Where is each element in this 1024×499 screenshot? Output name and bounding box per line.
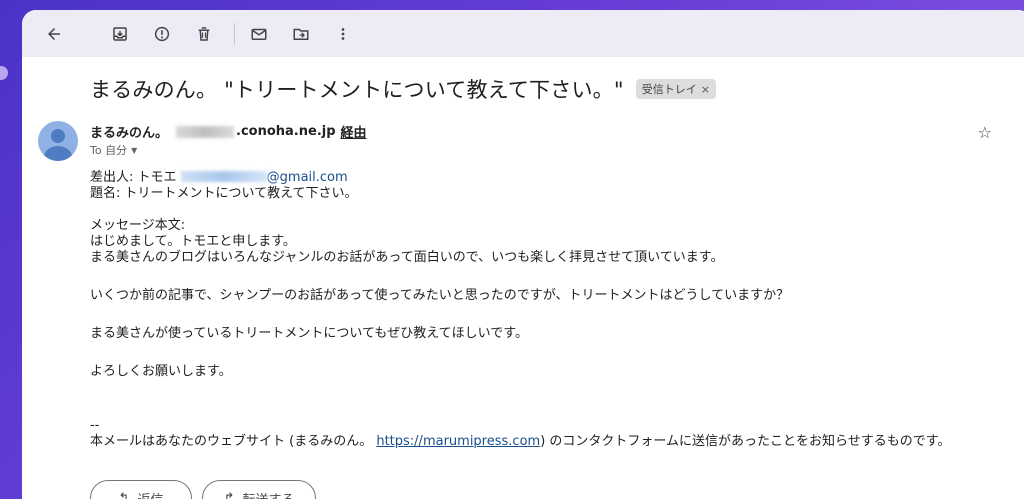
chevron-down-icon[interactable]: ▼ xyxy=(131,146,137,155)
site-url-link[interactable]: https://marumipress.com xyxy=(376,434,540,449)
email-window: まるみのん。 "トリートメントについて教えて下さい。" 受信トレイ × まるみの… xyxy=(22,10,1024,499)
star-icon[interactable]: ☆ xyxy=(978,123,992,142)
mark-unread-button[interactable] xyxy=(241,16,277,52)
inbox-label-text: 受信トレイ xyxy=(641,83,697,96)
report-spam-icon xyxy=(154,26,170,41)
archive-icon xyxy=(113,26,127,41)
reply-icon: ↰ xyxy=(118,490,130,499)
email-subject: まるみのん。 "トリートメントについて教えて下さい。" xyxy=(90,78,624,102)
sender-email-link[interactable]: @gmail.com xyxy=(180,170,348,185)
forward-icon: ↱ xyxy=(223,490,235,499)
more-options-button[interactable] xyxy=(325,16,361,52)
move-to-icon xyxy=(293,28,309,40)
avatar[interactable] xyxy=(38,121,78,161)
archive-button[interactable] xyxy=(102,16,138,52)
forward-button[interactable]: ↱ 転送する xyxy=(202,480,316,499)
body-label: メッセージ本文: xyxy=(90,218,186,233)
inbox-label-chip[interactable]: 受信トレイ × xyxy=(635,79,716,99)
back-arrow-icon xyxy=(48,27,60,40)
more-options-icon xyxy=(341,27,345,40)
avatar-head xyxy=(51,129,65,143)
move-to-button[interactable] xyxy=(283,16,319,52)
toolbar xyxy=(22,10,1024,57)
redacted-sender-address xyxy=(176,125,235,138)
sender-line: まるみのん。 .conoha.ne.jp 経由 xyxy=(90,122,367,141)
reply-label: 返信 xyxy=(137,489,163,499)
mark-unread-icon xyxy=(251,28,267,40)
toolbar-divider xyxy=(234,22,235,45)
via-link[interactable]: 経由 xyxy=(341,122,367,141)
from-prefix: 差出人: トモエ xyxy=(90,170,181,185)
body-line-3: まる美さんが使っているトリートメントについてもぜひ教えてほしいです。 xyxy=(90,326,528,341)
email-domain: @gmail.com xyxy=(266,170,348,185)
sender-domain: .conoha.ne.jp xyxy=(236,124,336,139)
closing-line: よろしくお願いします。 xyxy=(90,364,232,379)
subject-line: 題名: トリートメントについて教えて下さい。 xyxy=(90,186,358,201)
avatar-body xyxy=(44,146,72,161)
back-button[interactable] xyxy=(36,16,72,52)
background-decoration xyxy=(0,66,8,80)
footer-prefix: 本メールはあなたのウェブサイト (まるみのん。 xyxy=(90,434,377,449)
email-body: 差出人: トモエ @gmail.com 題名: トリートメントについて教えて下さ… xyxy=(90,170,990,450)
from-line: 差出人: トモエ @gmail.com xyxy=(90,170,990,186)
remove-label-icon[interactable]: × xyxy=(701,83,710,96)
sender-name: まるみのん。 xyxy=(90,126,169,141)
signature-dash: -- xyxy=(90,418,100,433)
footer-suffix: ) のコンタクトフォームに送信があったことをお知らせするものです。 xyxy=(540,434,951,449)
report-spam-button[interactable] xyxy=(144,16,180,52)
reply-actions: ↰ 返信 ↱ 転送する xyxy=(90,480,316,499)
greeting-line: はじめまして。トモエと申します。 xyxy=(90,234,296,249)
recipient-line[interactable]: To 自分 ▼ xyxy=(90,142,137,158)
reply-button[interactable]: ↰ 返信 xyxy=(90,480,192,499)
body-line-2: いくつか前の記事で、シャンプーのお話があって使ってみたいと思ったのですが、トリー… xyxy=(90,288,790,303)
forward-label: 転送する xyxy=(242,489,294,499)
footer-line: 本メールはあなたのウェブサイト (まるみのん。 https://marumipr… xyxy=(90,434,990,450)
recipient-text: To 自分 xyxy=(90,144,128,157)
subject-row: まるみのん。 "トリートメントについて教えて下さい。" 受信トレイ × xyxy=(90,74,716,104)
redacted-email xyxy=(180,171,267,182)
delete-icon xyxy=(198,26,210,41)
delete-button[interactable] xyxy=(186,16,222,52)
body-line-1: まる美さんのブログはいろんなジャンルのお話があって面白いので、いつも楽しく拝見さ… xyxy=(90,250,724,265)
